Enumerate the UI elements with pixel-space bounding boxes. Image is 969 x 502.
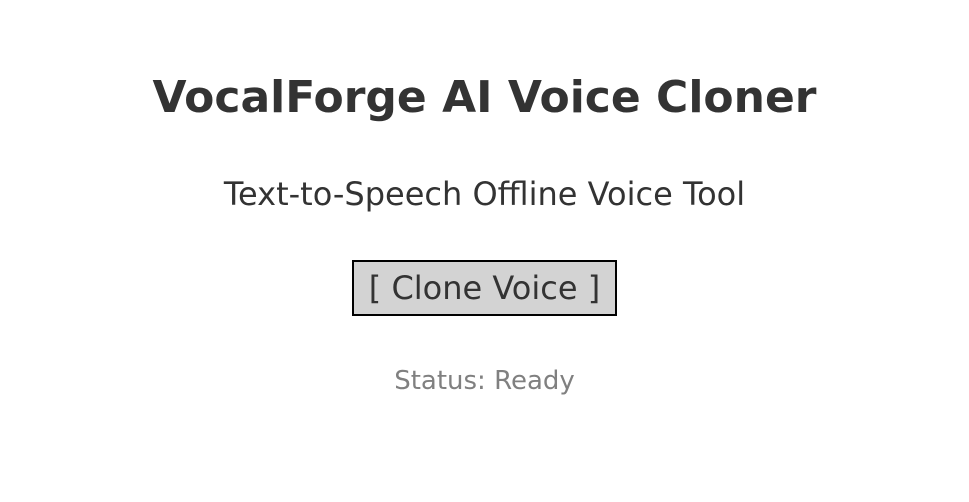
- app-title: VocalForge AI Voice Cloner: [152, 72, 817, 123]
- app-window: VocalForge AI Voice Cloner Text-to-Speec…: [0, 0, 969, 502]
- app-subtitle: Text-to-Speech Offline Voice Tool: [223, 175, 746, 213]
- action-area: [ Clone Voice ]: [0, 260, 969, 316]
- clone-voice-button[interactable]: [ Clone Voice ]: [352, 260, 617, 316]
- status-text: Status: Ready: [394, 366, 575, 396]
